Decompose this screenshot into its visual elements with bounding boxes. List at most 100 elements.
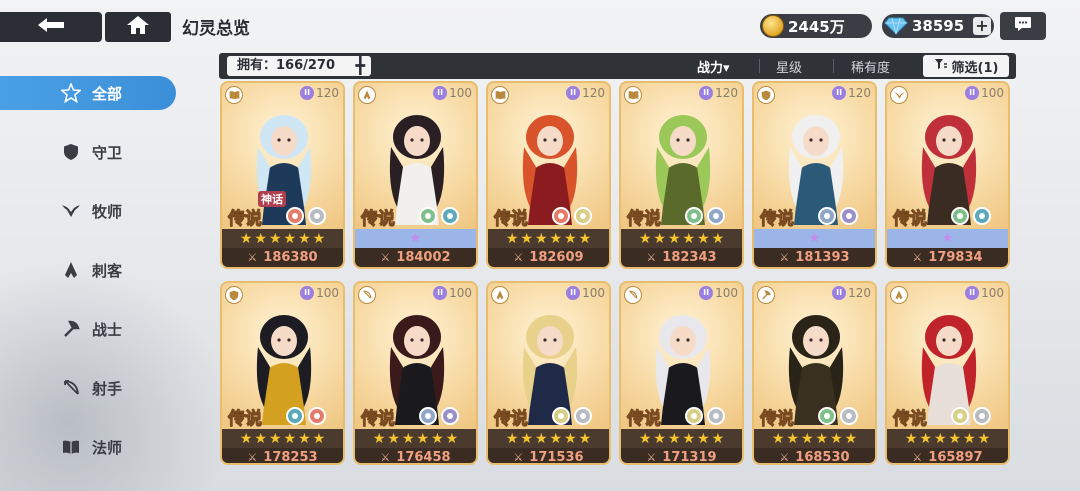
hero-power: 181393 bbox=[795, 250, 850, 265]
page-title: 幻灵总览 bbox=[182, 19, 250, 39]
awakening-badge-icon: II bbox=[566, 86, 581, 100]
divider bbox=[759, 59, 760, 73]
level-indicator: II 100 bbox=[433, 86, 472, 100]
expand-plus-icon: ╋ bbox=[355, 56, 365, 75]
star-icon: ★ bbox=[933, 430, 947, 447]
star-icon: ★ bbox=[963, 430, 976, 447]
hero-level: 120 bbox=[848, 286, 871, 300]
water-element-icon bbox=[286, 407, 304, 425]
filter-bar: 拥有：166/270 ╋ 战力▾ 星级 稀有度 筛选(1) bbox=[219, 53, 1016, 79]
hero-card[interactable]: II 100 传说 ★ ★ ★ ★ ★ ★ ⚔ 176458 bbox=[353, 281, 478, 465]
hero-card[interactable]: II 100 传说 ★ ★ ★ ★ ★ ★ ⚔ 171536 bbox=[486, 281, 611, 465]
star-icon: ★ bbox=[312, 230, 326, 247]
star-rating: ★ ★ ★ ★ ★ ★ bbox=[222, 429, 343, 448]
sidebar-item-all[interactable]: 全部 bbox=[0, 76, 176, 110]
star-icon: ★ bbox=[564, 430, 577, 447]
awakening-star-row: ★ bbox=[887, 229, 1008, 248]
chat-button[interactable] bbox=[1000, 12, 1046, 40]
fire-element-icon bbox=[552, 207, 570, 225]
star-icon: ★ bbox=[239, 230, 253, 247]
star-rating: ★ ★ ★ ★ ★ ★ bbox=[621, 229, 742, 248]
sidebar-item-label: 战士 bbox=[92, 320, 123, 339]
hero-card[interactable]: II 100 传说 ★ ⚔ 179834 bbox=[885, 81, 1010, 269]
filter-button[interactable]: 筛选(1) bbox=[923, 55, 1009, 77]
hero-card[interactable]: II 100 传说 ★ ★ ★ ★ ★ ★ ⚔ 171319 bbox=[619, 281, 744, 465]
sort-rarity-button[interactable]: 稀有度 bbox=[851, 57, 890, 76]
star-icon: ★ bbox=[711, 230, 725, 247]
sort-power-button[interactable]: 战力▾ bbox=[697, 57, 730, 76]
awakening-star-row: ★ bbox=[355, 229, 476, 248]
sidebar-item-mage[interactable]: 法师 bbox=[0, 430, 176, 464]
awakening-badge-icon: II bbox=[699, 86, 714, 100]
hero-card[interactable]: II 120 传说 ★ ★ ★ ★ ★ ★ ⚔ 168530 bbox=[752, 281, 877, 465]
filter-label: 筛选(1) bbox=[951, 60, 999, 76]
rarity-label: 传说 bbox=[627, 209, 662, 230]
water-element-icon bbox=[973, 207, 991, 225]
hero-card[interactable]: II 120 传说 ★ ★ ★ ★ ★ ★ ⚔ 182609 bbox=[486, 81, 611, 269]
hero-card[interactable]: II 100 传说 ★ ⚔ 184002 bbox=[353, 81, 478, 269]
awakening-star-icon: ★ bbox=[409, 231, 422, 246]
rarity-label: 传说 bbox=[760, 209, 795, 230]
awakening-badge-icon: II bbox=[300, 86, 315, 100]
sidebar-item-priest[interactable]: 牧师 bbox=[0, 194, 176, 228]
home-button[interactable] bbox=[105, 12, 171, 42]
star-icon: ★ bbox=[254, 230, 267, 247]
home-icon bbox=[126, 15, 150, 39]
assassin-icon bbox=[491, 286, 509, 304]
hero-level: 100 bbox=[981, 86, 1004, 100]
level-indicator: II 120 bbox=[300, 86, 339, 100]
star-icon: ★ bbox=[283, 430, 297, 447]
wings-icon bbox=[60, 200, 82, 222]
crossed-swords-icon: ⚔ bbox=[247, 451, 258, 464]
star-rating: ★ ★ ★ ★ ★ ★ bbox=[621, 429, 742, 448]
power-bar: ⚔ 182609 bbox=[488, 248, 609, 267]
hero-level: 100 bbox=[316, 286, 339, 300]
sidebar-item-archer[interactable]: 射手 bbox=[0, 371, 176, 405]
star-icon: ★ bbox=[564, 230, 577, 247]
star-icon: ★ bbox=[298, 230, 311, 247]
owned-count: 拥有：166/270 bbox=[237, 58, 336, 73]
star-rating: ★ ★ ★ ★ ★ ★ bbox=[754, 429, 875, 448]
bow-icon bbox=[60, 377, 82, 399]
light-element-icon bbox=[951, 407, 969, 425]
rarity-label: 传说 bbox=[627, 409, 662, 430]
star-icon: ★ bbox=[653, 430, 666, 447]
power-bar: ⚔ 171536 bbox=[488, 448, 609, 465]
sidebar-item-label: 法师 bbox=[92, 438, 123, 457]
star-icon: ★ bbox=[549, 430, 563, 447]
sort-stars-button[interactable]: 星级 bbox=[776, 57, 802, 76]
star-icon: ★ bbox=[815, 430, 829, 447]
hero-power: 171536 bbox=[529, 450, 584, 465]
sidebar-item-guard[interactable]: 守卫 bbox=[0, 135, 176, 169]
star-element-icon bbox=[707, 207, 725, 225]
hero-card[interactable]: II 120 传说 ★ ⚔ 181393 bbox=[752, 81, 877, 269]
add-gems-button[interactable]: + bbox=[973, 17, 991, 35]
rarity-label: 传说 bbox=[228, 409, 263, 430]
crossed-swords-icon: ⚔ bbox=[380, 251, 391, 264]
rarity-label: 传说 bbox=[494, 209, 529, 230]
crossed-swords-icon: ⚔ bbox=[779, 251, 790, 264]
assassin-icon bbox=[60, 259, 82, 281]
hero-power: 168530 bbox=[795, 450, 850, 465]
rarity-label: 传说 bbox=[228, 209, 263, 230]
crossed-swords-icon: ⚔ bbox=[513, 251, 524, 264]
star-icon: ★ bbox=[416, 430, 430, 447]
rarity-label: 传说 bbox=[494, 409, 529, 430]
awakening-badge-icon: II bbox=[699, 286, 714, 300]
back-button[interactable] bbox=[0, 12, 102, 42]
awakening-badge-icon: II bbox=[965, 286, 980, 300]
crossed-swords-icon: ⚔ bbox=[646, 451, 657, 464]
wind-element-icon bbox=[707, 407, 725, 425]
power-bar: ⚔ 181393 bbox=[754, 248, 875, 267]
sidebar-item-assassin[interactable]: 刺客 bbox=[0, 253, 176, 287]
hero-card[interactable]: II 120 神话 传说 ★ ★ ★ ★ ★ ★ ⚔ 186380 bbox=[220, 81, 345, 269]
hero-card[interactable]: II 100 传说 ★ ★ ★ ★ ★ ★ ⚔ 178253 bbox=[220, 281, 345, 465]
sidebar-item-warrior[interactable]: 战士 bbox=[0, 312, 176, 346]
assassin-icon bbox=[890, 286, 908, 304]
hero-card[interactable]: II 100 传说 ★ ★ ★ ★ ★ ★ ⚔ 165897 bbox=[885, 281, 1010, 465]
book-icon bbox=[624, 86, 642, 104]
hero-card[interactable]: II 120 传说 ★ ★ ★ ★ ★ ★ ⚔ 182343 bbox=[619, 81, 744, 269]
level-indicator: II 120 bbox=[832, 86, 871, 100]
owned-count-box[interactable]: 拥有：166/270 ╋ bbox=[227, 56, 371, 76]
book-icon bbox=[225, 86, 243, 104]
